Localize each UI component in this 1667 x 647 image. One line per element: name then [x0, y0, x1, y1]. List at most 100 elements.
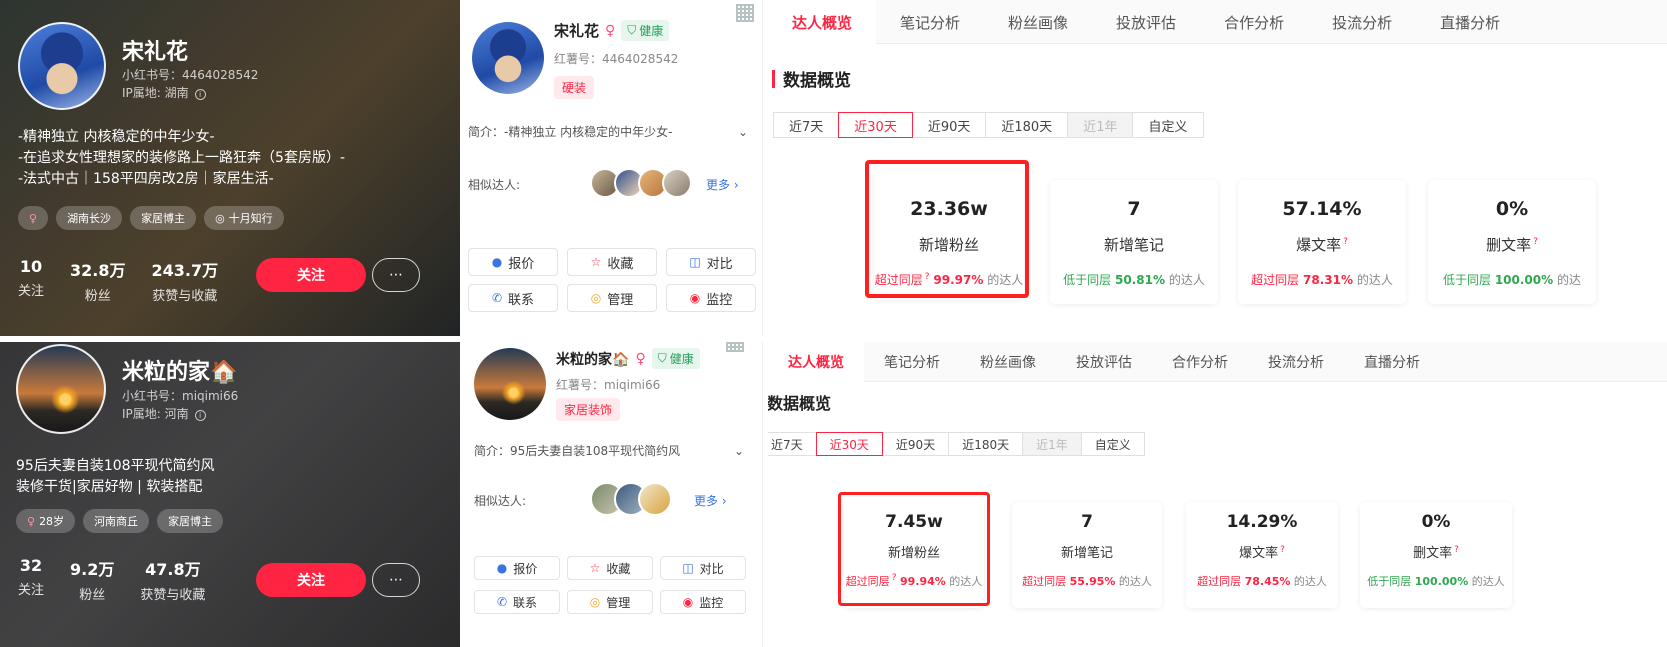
range-1y: 近1年	[1022, 432, 1082, 456]
range-90d[interactable]: 近90天	[911, 112, 987, 138]
range-custom[interactable]: 自定义	[1132, 112, 1204, 138]
manage-icon: ◎	[590, 291, 602, 305]
stats: 32 关注 9.2万 粉丝 47.8万 获赞与收藏	[18, 556, 205, 603]
stat-following[interactable]: 10 关注	[18, 257, 44, 304]
metric-card-new-notes: 7 新增笔记 超过同层 55.95% 的达人	[1012, 502, 1162, 608]
contact-button[interactable]: ✆ 联系	[468, 284, 558, 312]
avatar[interactable]	[474, 348, 546, 420]
button-label: 监控	[706, 292, 733, 308]
favorite-button[interactable]: ☆ 收藏	[567, 248, 657, 276]
message-button[interactable]: ⋯	[372, 563, 420, 597]
dollar-icon: ●	[496, 561, 508, 575]
similar-avatar[interactable]	[662, 168, 692, 198]
location-tag: 湖南长沙	[56, 206, 123, 230]
help-icon[interactable]: ?	[1454, 545, 1459, 555]
stat-fans[interactable]: 32.8万 粉丝	[70, 257, 125, 304]
metric-value: 0%	[1421, 512, 1451, 532]
favorite-button[interactable]: ☆ 收藏	[567, 556, 653, 580]
monitor-button[interactable]: ◉ 监控	[660, 590, 746, 614]
metric-label-text: 新增笔记	[1060, 546, 1113, 561]
creator-name[interactable]: 米粒的家🏠	[556, 349, 629, 369]
button-label: 收藏	[607, 256, 634, 272]
category-badge: 硬装	[554, 76, 595, 99]
intro-row[interactable]: 简介：-精神独立 内核稳定的中年少女- ⌄	[468, 123, 748, 140]
range-90d[interactable]: 近90天	[881, 432, 950, 456]
button-label: 报价	[513, 561, 538, 576]
stat-likes[interactable]: 243.7万 获赞与收藏	[152, 257, 219, 304]
analytics-panel-1: 达人概览 笔记分析 粉丝画像 投放评估 合作分析 投流分析 直播分析 数据概览 …	[768, 0, 1667, 336]
intro-row[interactable]: 简介：95后夫妻自装108平现代简约风 ⌄	[474, 442, 744, 459]
chevron-down-icon[interactable]: ⌄	[738, 125, 748, 139]
compare-suffix: 的达人	[1118, 575, 1152, 588]
manage-button[interactable]: ◎ 管理	[567, 284, 657, 312]
tab-live[interactable]: 直播分析	[1416, 0, 1524, 44]
metric-value: 7	[1081, 512, 1093, 532]
quote-button[interactable]: ● 报价	[474, 556, 560, 580]
help-icon[interactable]: ?	[1343, 237, 1348, 247]
info-icon[interactable]: i	[194, 89, 206, 100]
metric-label: 新增笔记	[1012, 542, 1162, 561]
compare-button[interactable]: ◫ 对比	[666, 248, 756, 276]
creator-name-row: 米粒的家🏠 ♀ ⛉ 健康	[556, 348, 700, 369]
range-30d[interactable]: 近30天	[815, 432, 883, 456]
tab-cooperation[interactable]: 合作分析	[1200, 0, 1308, 44]
more-link[interactable]: 更多 ›	[706, 176, 739, 193]
monitor-icon: ◉	[689, 291, 701, 305]
range-1y: 近1年	[1067, 112, 1134, 138]
tab-fans[interactable]: 粉丝画像	[960, 342, 1056, 382]
help-icon[interactable]: ?	[1280, 545, 1285, 555]
info-icon[interactable]: i	[194, 410, 206, 421]
compare-button[interactable]: ◫ 对比	[660, 556, 746, 580]
more-link[interactable]: 更多 ›	[694, 492, 727, 509]
range-180d[interactable]: 近180天	[948, 432, 1024, 456]
similar-avatar[interactable]	[638, 482, 672, 516]
stat-fans[interactable]: 9.2万 粉丝	[70, 556, 114, 603]
qr-code-icon[interactable]	[736, 4, 754, 22]
female-icon: ♀	[605, 22, 616, 39]
metric-label-text: 删文率	[1486, 236, 1532, 254]
tab-traffic[interactable]: 投流分析	[1248, 342, 1344, 382]
tab-cooperation[interactable]: 合作分析	[1152, 342, 1248, 382]
tab-notes[interactable]: 笔记分析	[864, 342, 960, 382]
stat-label: 粉丝	[84, 289, 111, 304]
range-7d[interactable]: 近7天	[768, 432, 817, 456]
help-icon[interactable]: ?	[1533, 237, 1538, 247]
creator-name[interactable]: 宋礼花	[554, 20, 599, 41]
more-text: 更多	[694, 494, 719, 508]
follow-button[interactable]: 关注	[256, 258, 366, 292]
qr-code-icon[interactable]	[726, 342, 744, 352]
range-180d[interactable]: 近180天	[985, 112, 1069, 138]
tab-fans[interactable]: 粉丝画像	[984, 0, 1092, 44]
stat-following[interactable]: 32 关注	[18, 556, 44, 603]
tab-live[interactable]: 直播分析	[1344, 342, 1440, 382]
monitor-icon: ◉	[682, 595, 694, 609]
highlight-box	[865, 160, 1029, 298]
similar-label: 相似达人:	[474, 494, 527, 508]
avatar[interactable]	[16, 344, 106, 434]
tab-notes[interactable]: 笔记分析	[876, 0, 984, 44]
contact-button[interactable]: ✆ 联系	[474, 590, 560, 614]
chevron-down-icon[interactable]: ⌄	[734, 444, 744, 458]
creator-name-row: 宋礼花 ♀ ⛉ 健康	[554, 20, 670, 41]
tab-delivery[interactable]: 投放评估	[1056, 342, 1152, 382]
metric-value: 0%	[1495, 198, 1529, 220]
chat-icon: ⋯	[389, 572, 403, 588]
stat-likes[interactable]: 47.8万 获赞与收藏	[140, 556, 205, 603]
message-button[interactable]: ⋯	[372, 258, 420, 292]
avatar[interactable]	[18, 22, 106, 110]
range-custom[interactable]: 自定义	[1080, 432, 1145, 456]
tab-overview[interactable]: 达人概览	[768, 342, 864, 382]
follow-button[interactable]: 关注	[256, 563, 366, 597]
range-30d[interactable]: 近30天	[838, 112, 913, 138]
avatar[interactable]	[472, 22, 544, 94]
manage-button[interactable]: ◎ 管理	[567, 590, 653, 614]
quote-button[interactable]: ● 报价	[468, 248, 558, 276]
tab-traffic[interactable]: 投流分析	[1308, 0, 1416, 44]
range-7d[interactable]: 近7天	[773, 112, 840, 138]
monitor-button[interactable]: ◉ 监控	[666, 284, 756, 312]
tab-overview[interactable]: 达人概览	[768, 0, 877, 44]
title-bar	[772, 69, 775, 88]
metric-card-new-notes: 7 新增笔记 低于同层 50.81% 的达人	[1050, 180, 1218, 304]
more-text: 更多	[706, 178, 731, 192]
tab-delivery[interactable]: 投放评估	[1092, 0, 1200, 44]
